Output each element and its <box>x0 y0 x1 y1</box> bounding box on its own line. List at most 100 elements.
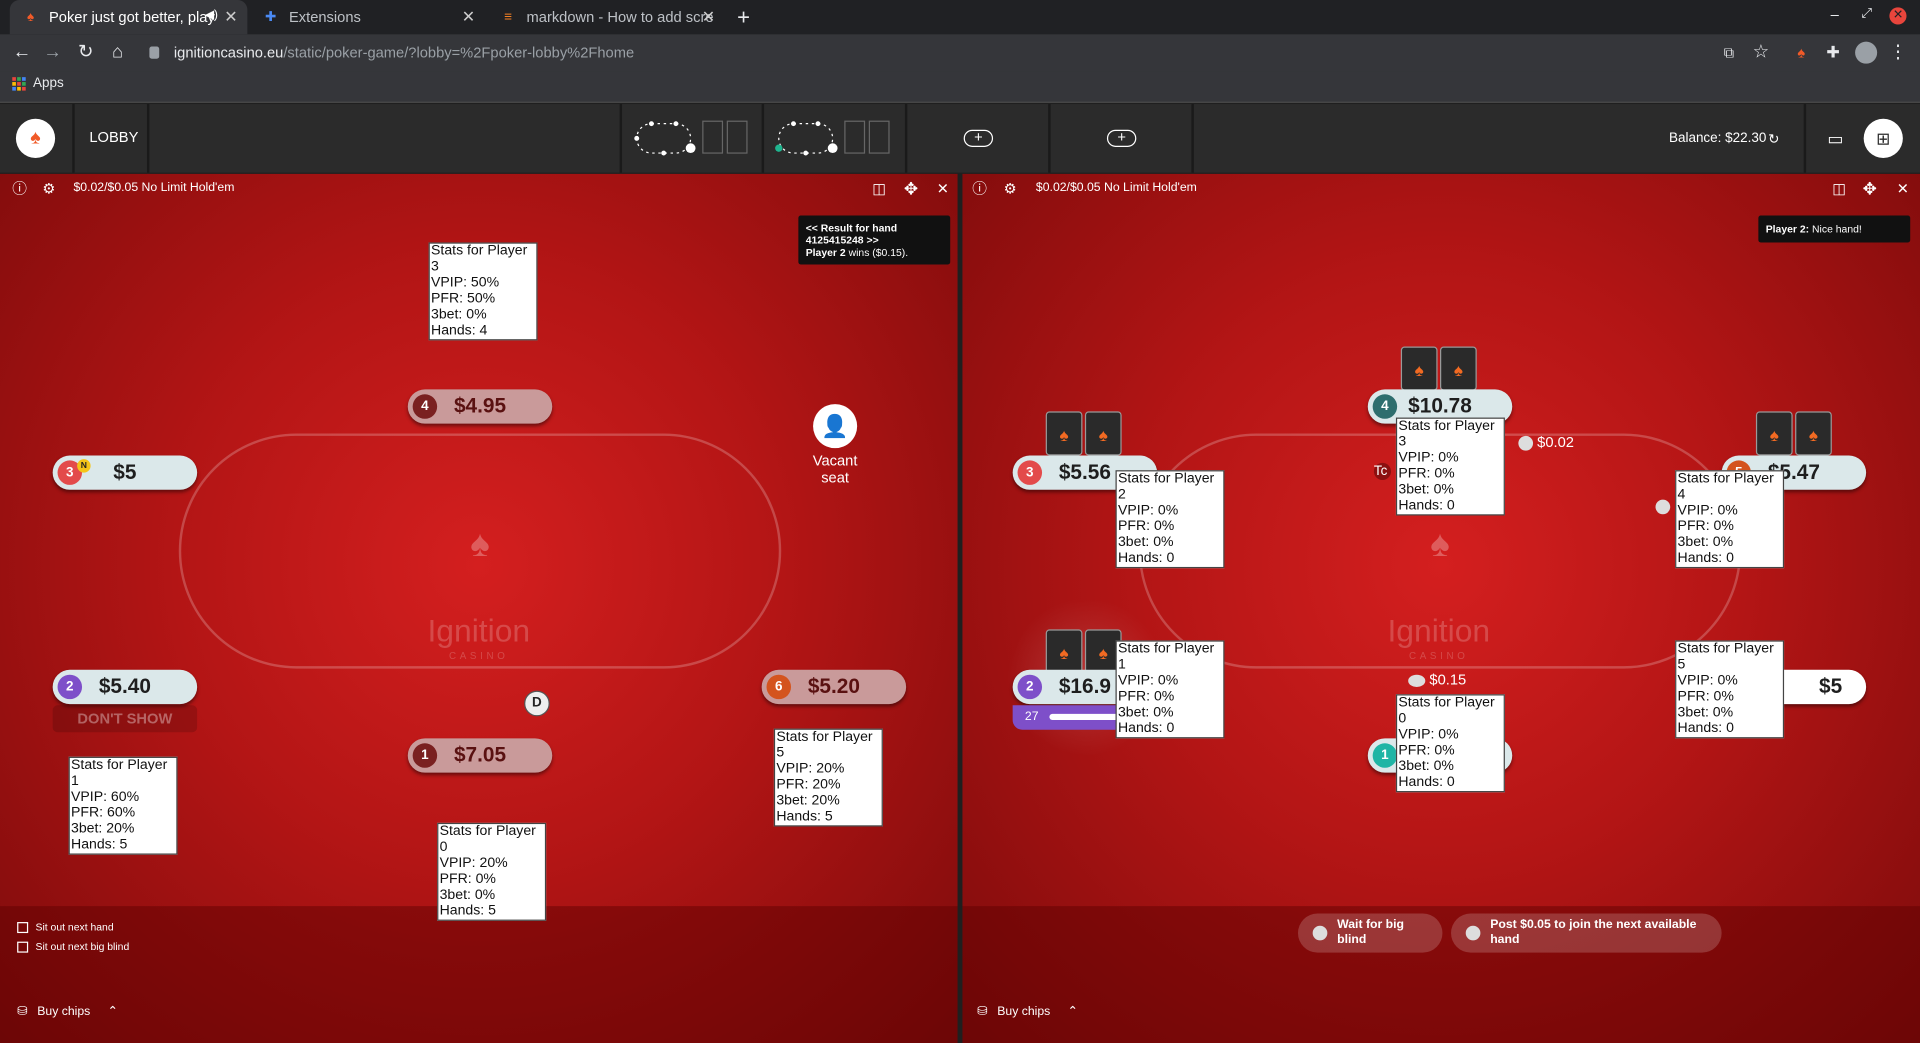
seat-1[interactable]: 1 $7.05 <box>407 738 553 773</box>
stats-hands: Hands: 5 <box>776 809 833 825</box>
stats-pfr: PFR: 0% <box>1677 519 1734 534</box>
profile-avatar-icon[interactable] <box>1855 41 1878 64</box>
new-tab-icon[interactable]: + <box>737 5 750 31</box>
ignition-logo-icon[interactable]: ♠ <box>15 118 56 158</box>
close-window-icon[interactable]: ✕ <box>1889 7 1907 25</box>
split-view-icon[interactable]: ◫ <box>869 179 889 199</box>
seat-2[interactable]: 2 $5.40 <box>52 669 198 705</box>
extensions-puzzle-icon[interactable]: ✚ <box>1821 40 1845 64</box>
seat-stack: $10.78 <box>1408 394 1472 418</box>
chevron-up-icon: ⌃ <box>107 1005 118 1019</box>
close-tab-icon[interactable]: ✕ <box>224 7 237 27</box>
seat-stack: $5.56 <box>1058 460 1111 484</box>
seat-stack: $5 <box>113 460 137 484</box>
stats-title: Stats for Player 1 <box>1117 641 1215 673</box>
post-big-blind-button[interactable]: Post $0.05 to join the next available ha… <box>1451 913 1722 953</box>
seat-number: 6 <box>766 674 792 700</box>
lock-icon <box>149 46 160 59</box>
vacant-seat-icon[interactable]: 👤 <box>813 404 858 449</box>
checkbox-label: Sit out next hand <box>35 920 114 934</box>
buy-chips-label: Buy chips <box>37 1005 91 1019</box>
move-icon[interactable]: ✥ <box>1860 179 1880 199</box>
chat-sender: Player 2: <box>1765 222 1810 236</box>
close-tab-icon[interactable]: ✕ <box>462 7 475 27</box>
info-icon[interactable]: ⓘ <box>970 179 990 199</box>
buy-chips-button[interactable]: ⛁ Buy chips ⌃ <box>17 1005 118 1018</box>
stats-pfr: PFR: 0% <box>1117 519 1175 534</box>
mini-table-2[interactable] <box>769 114 910 163</box>
back-icon[interactable]: ← <box>10 40 34 64</box>
seat-3[interactable]: 3 N $5 <box>52 455 198 490</box>
seat-6[interactable]: 6 $5.20 <box>761 669 907 705</box>
reload-icon[interactable]: ↻ <box>73 40 97 64</box>
stats-title: Stats for Player 0 <box>1398 695 1495 727</box>
stats-pfr: PFR: 0% <box>1398 466 1455 482</box>
table-title: $0.02/$0.05 No Limit Hold'em <box>73 181 235 195</box>
seat-number: 2 <box>57 674 83 700</box>
sit-out-next-hand-checkbox[interactable]: Sit out next hand <box>17 920 114 934</box>
table-header: ⓘ ⚙ $0.02/$0.05 No Limit Hold'em ◫ ✥ ✕ <box>962 174 1920 203</box>
home-icon[interactable]: ⌂ <box>105 40 129 64</box>
seat-4[interactable]: 4 $4.95 <box>407 389 553 424</box>
bookmark-star-icon[interactable]: ☆ <box>1749 40 1773 64</box>
buy-chips-button[interactable]: ⛁ Buy chips ⌃ <box>977 1005 1078 1018</box>
mini-table-1[interactable] <box>627 114 768 163</box>
hand-result-box[interactable]: << Result for hand 4125415248 >> Player … <box>798 215 951 265</box>
move-icon[interactable]: ✥ <box>901 179 921 199</box>
pot-amount: $0.15 <box>1429 671 1467 689</box>
restore-icon[interactable]: ⤢ <box>1861 6 1872 22</box>
apps-shortcut[interactable]: Apps <box>12 76 64 91</box>
menu-kebab-icon[interactable]: ⋮ <box>1886 40 1910 64</box>
sit-out-next-bb-checkbox[interactable]: Sit out next big blind <box>17 940 129 953</box>
extension-flame-icon[interactable]: ♠ <box>1789 40 1813 64</box>
tab-strip: ♠ Poker just got better, play ◀) ✕ ✚ Ext… <box>0 0 1920 35</box>
forward-icon[interactable]: → <box>40 40 64 64</box>
stats-vpip: VPIP: 50% <box>431 275 500 291</box>
add-table-button[interactable]: + <box>1106 130 1137 147</box>
stats-vpip: VPIP: 0% <box>1677 503 1738 518</box>
stats-box-player0: Stats for Player 0 VPIP: 0% PFR: 0% 3bet: 0… <box>1395 694 1505 793</box>
chip-icon <box>1655 499 1671 515</box>
open-in-app-icon[interactable]: ⧉ <box>1717 40 1741 64</box>
hole-card-back: ♠ <box>1045 411 1083 456</box>
stats-vpip: VPIP: 0% <box>1117 673 1179 689</box>
vacant-seat-label[interactable]: Vacant seat <box>798 452 871 486</box>
refresh-balance-icon[interactable]: ↻ <box>1768 131 1779 147</box>
stackoverflow-icon: ≡ <box>504 9 513 25</box>
split-view-icon[interactable]: ◫ <box>1829 179 1849 199</box>
tab-markdown[interactable]: ≡ markdown - How to add scre ✕ <box>487 0 725 34</box>
minimize-icon[interactable]: – <box>1831 6 1839 23</box>
stats-vpip: VPIP: 0% <box>1398 450 1459 466</box>
stats-hands: Hands: 0 <box>1398 498 1455 514</box>
url-path: /static/poker-game/?lobby=%2Fpoker-lobby… <box>283 44 635 62</box>
speaker-icon[interactable]: ◀) <box>204 9 218 22</box>
stats-title: Stats for Player 5 <box>1677 641 1774 673</box>
hole-card-back: ♠ <box>1084 411 1122 456</box>
settings-icon[interactable]: ⚙ <box>39 179 59 199</box>
tab-poker[interactable]: ♠ Poker just got better, play ◀) ✕ <box>9 0 248 35</box>
stats-vpip: VPIP: 60% <box>71 789 140 805</box>
url-field[interactable]: ignitioncasino.eu/static/poker-game/?lob… <box>174 40 634 64</box>
close-tab-icon[interactable]: ✕ <box>702 7 715 27</box>
stats-pfr: PFR: 0% <box>1398 743 1455 758</box>
wait-for-big-blind-button[interactable]: Wait for big blind <box>1297 913 1443 953</box>
apps-grid-icon <box>12 76 26 91</box>
seat-stack: $16.9 <box>1058 674 1111 698</box>
lobby-button[interactable]: LOBBY <box>89 129 138 146</box>
result-line2: 4125415248 >> <box>805 233 879 247</box>
single-view-icon[interactable]: ▭ <box>1816 119 1855 158</box>
close-table-icon[interactable]: ✕ <box>933 179 953 199</box>
settings-icon[interactable]: ⚙ <box>1000 179 1020 199</box>
stats-hands: Hands: 0 <box>1117 551 1175 566</box>
seat-stack: $4.95 <box>453 394 507 418</box>
tab-extensions[interactable]: ✚ Extensions ✕ <box>250 0 485 34</box>
brand-sub: CASINO <box>1408 650 1469 662</box>
chevron-up-icon: ⌃ <box>1067 1005 1078 1019</box>
info-icon[interactable]: ⓘ <box>10 179 30 199</box>
dont-show-button[interactable]: DON'T SHOW <box>52 705 198 733</box>
add-table-button[interactable]: + <box>963 130 994 147</box>
tile-view-icon[interactable]: ⊞ <box>1863 118 1903 158</box>
stats-hands: Hands: 0 <box>1398 775 1455 790</box>
stats-3bet: 3bet: 20% <box>776 793 840 809</box>
close-table-icon[interactable]: ✕ <box>1893 179 1913 199</box>
